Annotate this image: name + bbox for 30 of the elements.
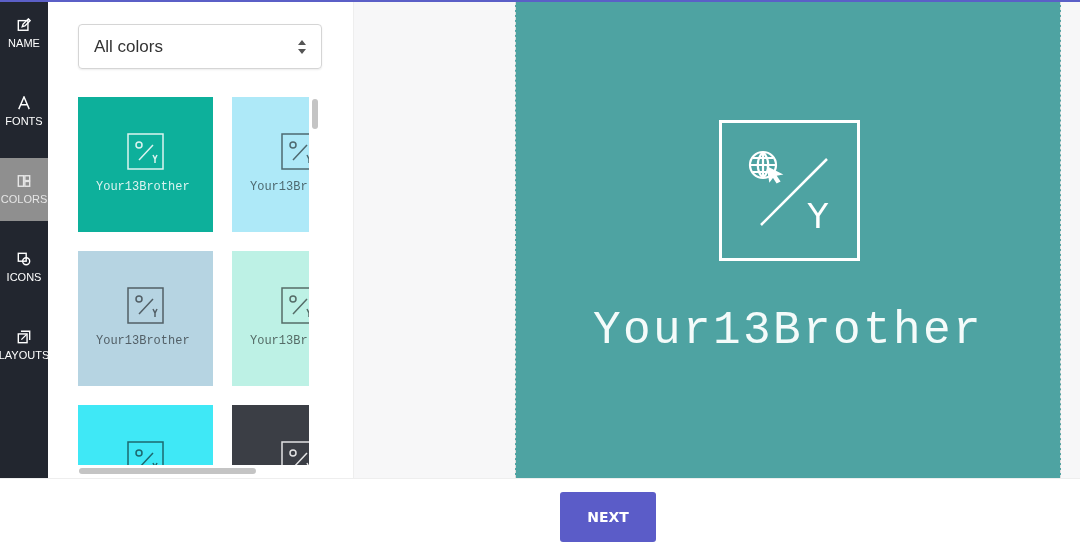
sidebar-tab[interactable]: ICONS <box>0 236 48 299</box>
logo-name-text: Your13Br <box>250 334 308 348</box>
logo-mark-icon <box>127 133 164 170</box>
logo-name-text: Your13Brother <box>96 180 190 194</box>
letter-a-icon <box>17 96 31 110</box>
color-swatch[interactable]: Your13Br <box>232 251 309 386</box>
globe-cursor-icon <box>747 150 784 184</box>
palette-icon <box>17 174 31 188</box>
logo-name-text: Your13Brother <box>96 334 190 348</box>
logo-name-text: Your13Br <box>250 180 308 194</box>
layers-icon <box>17 330 31 344</box>
logo-mark-icon <box>281 287 309 324</box>
slash-line-icon <box>758 157 829 227</box>
logo-mark-icon <box>281 133 309 170</box>
monogram-letter: Y <box>807 199 829 233</box>
color-filter-select[interactable]: All colors <box>78 24 322 69</box>
sidebar-tab[interactable]: LAYOUTS <box>0 314 48 377</box>
horizontal-scrollbar[interactable] <box>79 468 256 474</box>
sidebar-tab[interactable]: NAME <box>0 2 48 65</box>
edit-icon <box>17 18 31 32</box>
logo-mark-icon <box>127 287 164 324</box>
select-value: All colors <box>94 36 163 57</box>
sidebar-tab[interactable]: FONTS <box>0 80 48 143</box>
logo-name: Your13Brother <box>592 305 984 357</box>
updown-caret-icon <box>297 38 307 55</box>
vertical-scrollbar[interactable] <box>312 99 318 129</box>
color-swatch[interactable]: Your13Brother <box>78 251 213 386</box>
next-button[interactable]: NEXT <box>560 491 656 542</box>
color-swatch[interactable]: Your13Br <box>232 97 309 232</box>
shapes-icon <box>17 252 31 266</box>
